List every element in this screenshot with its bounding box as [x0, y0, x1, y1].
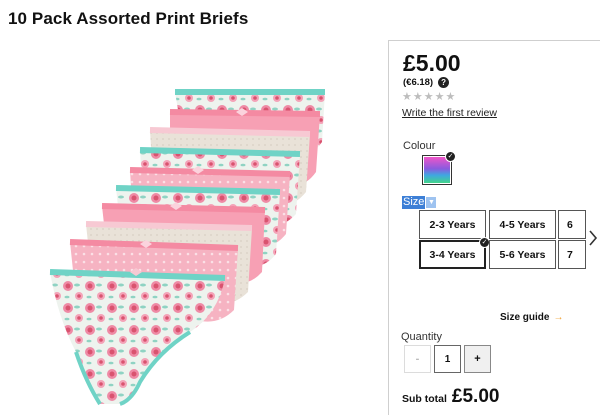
quantity-increase-button[interactable]: +	[464, 345, 491, 373]
dropdown-arrow-icon: ▼	[426, 197, 437, 208]
star-icon: ★	[412, 91, 423, 103]
subtotal: Sub total £5.00	[402, 386, 499, 408]
chevron-right-icon[interactable]	[586, 223, 600, 253]
price: £5.00	[403, 50, 461, 76]
size-label-text: Size	[402, 196, 426, 209]
colour-label: Colour	[403, 140, 436, 152]
size-option-7-years[interactable]: 7	[558, 240, 586, 269]
briefs-illustration	[49, 89, 325, 406]
size-label: Size ▼	[402, 196, 437, 209]
star-icon: ★	[423, 91, 434, 103]
rating-stars: ★ ★ ★ ★ ★	[402, 92, 455, 103]
arrow-right-icon: →	[553, 312, 564, 323]
quantity-input[interactable]	[434, 345, 461, 373]
size-option-4-5-years[interactable]: 4-5 Years	[489, 210, 556, 239]
subtotal-label: Sub total	[402, 393, 447, 405]
star-icon: ★	[434, 91, 445, 103]
help-icon[interactable]: ?	[438, 77, 450, 88]
swatch-fill	[424, 157, 450, 183]
price-euro: (€6.18)	[403, 77, 434, 88]
size-option-5-6-years[interactable]: 5-6 Years	[489, 240, 556, 269]
size-option-6-years[interactable]: 6	[558, 210, 586, 239]
star-icon: ★	[445, 91, 456, 103]
price-euro-row: (€6.18) ?	[403, 77, 450, 88]
page-title: 10 Pack Assorted Print Briefs	[8, 9, 249, 28]
brief-front	[49, 268, 226, 406]
write-review-link[interactable]: Write the first review	[402, 107, 497, 119]
size-guide-link[interactable]: Size guide →	[500, 312, 563, 323]
size-option-3-4-years[interactable]: 3-4 Years	[419, 240, 486, 269]
size-option-2-3-years[interactable]: 2-3 Years	[419, 210, 486, 239]
product-image[interactable]	[40, 82, 340, 412]
quantity-decrease-button[interactable]: -	[404, 345, 431, 373]
subtotal-value: £5.00	[451, 386, 500, 407]
star-icon: ★	[402, 91, 412, 103]
quantity-label: Quantity	[401, 331, 442, 343]
check-icon: ✓	[445, 151, 456, 162]
size-guide-label: Size guide	[500, 312, 550, 323]
